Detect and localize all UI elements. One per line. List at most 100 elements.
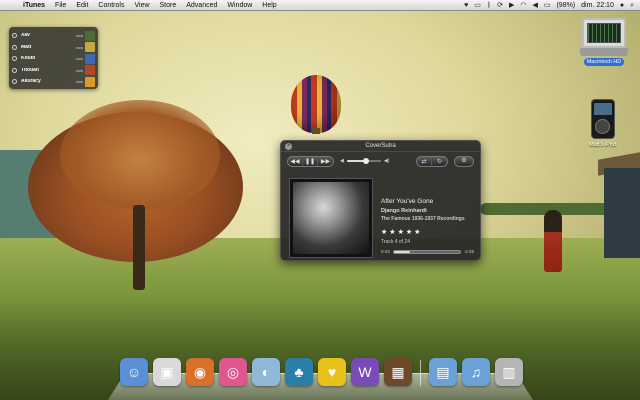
user-icon[interactable]: ● <box>620 0 624 11</box>
hot-air-balloon <box>291 75 341 133</box>
album-cover[interactable] <box>289 178 373 258</box>
track-number: Track 4 of 24 <box>381 239 410 245</box>
menu-controls[interactable]: Controls <box>93 0 129 11</box>
album-name: The Famous 1936-1937 Recordings <box>381 216 465 222</box>
menu-bar: iTunes File Edit Controls View Store Adv… <box>0 0 640 11</box>
wifi-icon[interactable]: ◠ <box>520 0 526 11</box>
dock-item-donut-icon[interactable]: ◎ <box>219 358 247 386</box>
mode-controls: ⇄ ↻ <box>416 155 448 167</box>
list-item-texts: Koubi <box>21 56 76 62</box>
close-icon[interactable]: × <box>285 143 292 150</box>
wallpaper-hut <box>604 168 640 258</box>
list-item-time: now <box>75 79 83 85</box>
album-thumbnail <box>85 30 95 41</box>
bluetooth-icon[interactable]: ᛒ <box>487 0 491 11</box>
list-item[interactable]: Koubi now <box>12 53 95 65</box>
star-icon[interactable]: ★ <box>389 228 395 236</box>
star-icon[interactable]: ★ <box>381 228 387 236</box>
volume-low-icon: ◀ <box>340 158 344 164</box>
list-item-time: now <box>75 67 83 73</box>
desktop-icon-label: Matt's iPod <box>589 142 617 148</box>
playback-progress: 0:43 -2:26 <box>381 249 474 254</box>
list-item-time: now <box>75 33 83 39</box>
menu-app-name[interactable]: iTunes <box>18 0 50 11</box>
album-thumbnail <box>85 65 95 76</box>
shuffle-icon[interactable]: ⇄ <box>417 156 432 166</box>
menu-window[interactable]: Window <box>222 0 257 11</box>
list-item[interactable]: Matt now <box>12 42 95 54</box>
battery-percentage[interactable]: (98%) <box>556 0 575 11</box>
menu-edit[interactable]: Edit <box>71 0 93 11</box>
dock-item-frog-icon[interactable]: ♣ <box>285 358 313 386</box>
album-cover-photo <box>293 182 369 254</box>
dock-item-folder-icon[interactable]: ▤ <box>429 358 457 386</box>
status-dot-icon <box>12 67 17 73</box>
previous-track-button[interactable]: ◀◀ <box>288 156 303 166</box>
menu-store[interactable]: Store <box>155 0 182 11</box>
player-controls: ◀◀ ❚❚ ▶▶ ◀ ◀) ⇄ ↻ ⚙ <box>287 155 474 167</box>
star-icon[interactable]: ★ <box>406 228 412 236</box>
menu-view[interactable]: View <box>129 0 154 11</box>
menu-help[interactable]: Help <box>257 0 281 11</box>
dock-item-music-folder-icon[interactable]: ♫ <box>462 358 490 386</box>
progress-bar[interactable] <box>392 249 461 254</box>
list-item-texts: Xav <box>21 33 76 39</box>
list-item-texts: Akuracy <box>21 79 76 85</box>
repeat-icon[interactable]: ↻ <box>432 157 447 166</box>
menu-file[interactable]: File <box>50 0 71 11</box>
list-item-texts: Matt <box>21 45 76 51</box>
list-item-time: now <box>75 56 83 62</box>
balloon-basket <box>312 128 320 134</box>
heart-icon[interactable]: ♥ <box>464 0 468 11</box>
track-info: After You've Gone Django Reinhardt The F… <box>381 198 474 254</box>
dock-item-purple-w-icon[interactable]: W <box>351 358 379 386</box>
wallpaper-girl <box>544 210 562 272</box>
menu-clock[interactable]: dim. 22:10 <box>581 0 614 11</box>
wallpaper-tree-trunk <box>133 205 145 290</box>
dock-item-photos-icon[interactable]: ▣ <box>153 358 181 386</box>
list-item[interactable]: Titouan now <box>12 65 95 77</box>
monitor-icon[interactable]: ▭ <box>474 0 481 11</box>
transport-controls: ◀◀ ❚❚ ▶▶ <box>287 155 334 167</box>
battery-icon[interactable]: ▭ <box>544 0 551 11</box>
album-thumbnail <box>85 53 95 64</box>
list-item-title: Akuracy <box>21 79 41 84</box>
list-item-title: Koubi <box>21 56 36 61</box>
star-icon[interactable]: ★ <box>414 228 420 236</box>
volume-knob[interactable] <box>362 158 369 164</box>
list-item-title: Xav <box>21 33 30 38</box>
now-playing-widget: Xav now Matt now Koubi now Titouan now A… <box>9 27 98 89</box>
status-dot-icon <box>12 56 17 62</box>
rating-stars[interactable]: ★ ★ ★ ★ ★ <box>381 228 474 236</box>
status-dot-icon <box>12 79 17 85</box>
volume-icon[interactable]: ◀ <box>532 0 537 11</box>
sync-icon[interactable]: ⟳ <box>497 0 503 11</box>
star-icon[interactable]: ★ <box>398 228 404 236</box>
spotlight-search-icon[interactable]: ⌕ <box>630 0 634 11</box>
list-item[interactable]: Xav now <box>12 30 95 42</box>
dock-item-burger-icon[interactable]: ◉ <box>186 358 214 386</box>
gear-icon[interactable]: ⚙ <box>454 155 474 167</box>
dock-item-finder-icon[interactable]: ☺ <box>120 358 148 386</box>
dock-item-duck-icon[interactable]: ♥ <box>318 358 346 386</box>
list-item-title: Matt <box>21 44 32 50</box>
menu-advanced[interactable]: Advanced <box>181 0 222 11</box>
window-title: CoverSutra <box>365 143 396 149</box>
coversutra-window: × CoverSutra ◀◀ ❚❚ ▶▶ ◀ ◀) ⇄ ↻ ⚙ After Y… <box>280 140 481 261</box>
dock-item-snowglobe-icon[interactable]: ◐ <box>252 358 280 386</box>
volume-slider[interactable] <box>346 158 381 164</box>
pause-button[interactable]: ❚❚ <box>303 156 318 166</box>
play-icon[interactable]: ▶ <box>509 0 514 11</box>
status-dot-icon <box>12 44 17 50</box>
list-item[interactable]: Akuracy now <box>12 76 95 88</box>
dock-item-board-icon[interactable]: ▦ <box>384 358 412 386</box>
next-track-button[interactable]: ▶▶ <box>318 157 333 166</box>
status-area: ♥ ▭ ᛒ ⟳ ▶ ◠ ◀ ▭ (98%) dim. 22:10 ● ⌕ <box>464 0 640 11</box>
volume-high-icon: ◀) <box>383 158 390 164</box>
desktop-icon-macintosh-hd[interactable]: Macintosh HD <box>580 18 628 66</box>
desktop-icon-ipod[interactable]: Matt's iPod <box>586 99 619 149</box>
window-titlebar[interactable]: × CoverSutra <box>281 141 480 152</box>
dock-item-trash-icon[interactable]: ▥ <box>495 358 523 386</box>
wallpaper-tree-crown-top <box>60 100 220 210</box>
list-item-title: Titouan <box>21 67 39 73</box>
